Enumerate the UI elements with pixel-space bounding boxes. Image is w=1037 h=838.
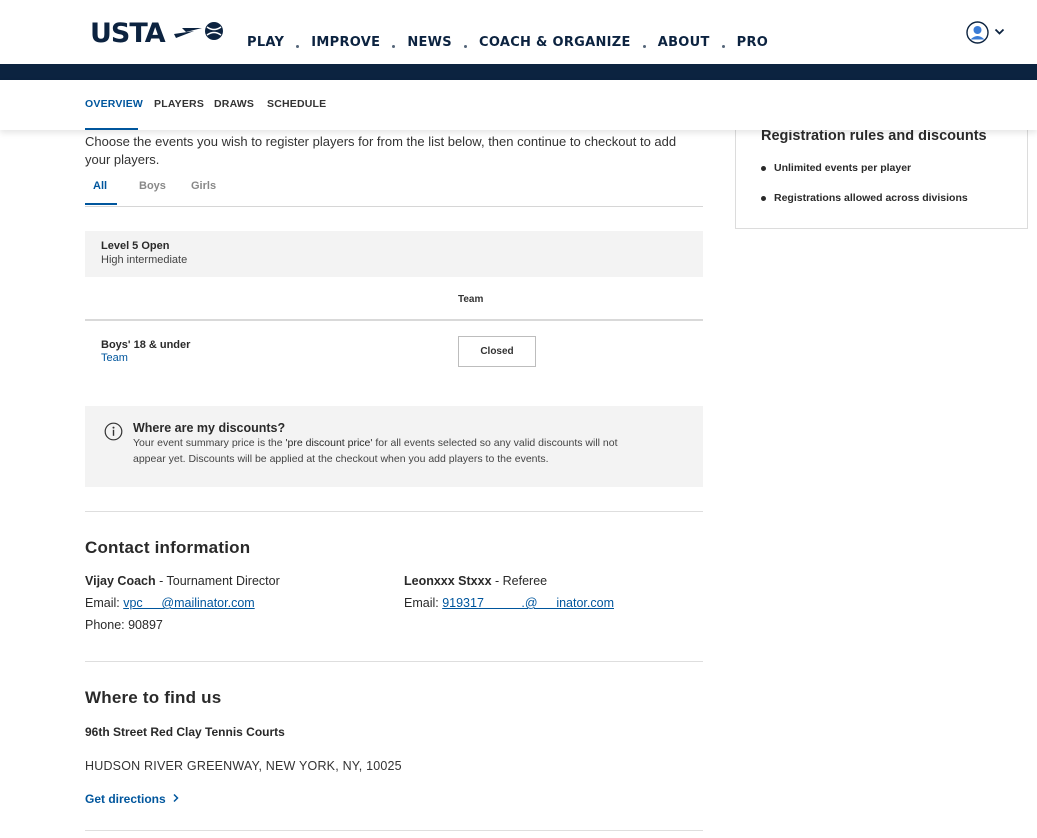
get-directions-link[interactable]: Get directions xyxy=(85,792,180,806)
subnav-overview[interactable]: OVERVIEW xyxy=(85,98,143,110)
rule-item: Registrations allowed across divisions xyxy=(774,192,968,204)
nav-news[interactable]: NEWS xyxy=(407,35,452,50)
email-label: Email: xyxy=(85,596,124,610)
nav-coach-organize[interactable]: COACH & ORGANIZE xyxy=(479,35,631,50)
usta-logo[interactable]: USTA xyxy=(90,18,230,49)
tab-boys[interactable]: Boys xyxy=(139,180,166,192)
chevron-right-icon xyxy=(173,793,179,803)
nav-improve[interactable]: IMPROVE xyxy=(311,35,380,50)
discount-body-prefix: Your event summary price is the xyxy=(133,437,286,449)
nav-separator xyxy=(392,45,396,48)
nav-separator xyxy=(463,45,467,48)
event-name: Boys' 18 & under xyxy=(101,339,191,351)
contact-phone: 90897 xyxy=(128,618,176,632)
closed-button[interactable]: Closed xyxy=(458,336,536,367)
discount-body: Your event summary price is the 'pre dis… xyxy=(133,435,653,467)
info-icon xyxy=(104,422,123,441)
event-type: Team xyxy=(101,352,128,364)
subnav-draws[interactable]: DRAWS xyxy=(214,98,254,110)
nav-about[interactable]: ABOUT xyxy=(658,35,710,50)
column-header-team: Team xyxy=(458,294,484,305)
level-name: Level 5 Open xyxy=(101,240,170,252)
contact-email-link[interactable]: 919317 .@ inator.com xyxy=(442,596,614,610)
directions-label: Get directions xyxy=(85,792,166,806)
contact-card-director: Vijay Coach - Tournament Director Email:… xyxy=(85,570,280,636)
chevron-down-icon xyxy=(994,28,1005,35)
venue-name: 96th Street Red Clay Tennis Courts xyxy=(85,725,285,739)
contact-name: Vijay Coach xyxy=(85,574,156,588)
tournament-subnav: OVERVIEW PLAYERS DRAWS SCHEDULE xyxy=(0,80,1037,130)
location-title: Where to find us xyxy=(85,688,222,707)
nav-pro[interactable]: PRO xyxy=(737,35,769,50)
discount-body-emphasis: 'pre discount price' xyxy=(285,437,373,449)
table-header-divider xyxy=(85,319,703,321)
user-avatar-icon xyxy=(966,21,989,44)
venue-address: HUDSON RIVER GREENWAY, NEW YORK, NY, 100… xyxy=(85,759,402,773)
discount-notice: Where are my discounts? Your event summa… xyxy=(85,406,703,487)
logo-ball-icon xyxy=(174,22,223,40)
registration-intro: Choose the events you wish to register p… xyxy=(85,134,677,167)
gender-tabs: All Boys Girls xyxy=(85,168,703,207)
nav-separator xyxy=(296,45,300,48)
nav-separator xyxy=(642,45,646,48)
tab-girls[interactable]: Girls xyxy=(191,180,216,192)
level-header: Level 5 Open High intermediate xyxy=(85,231,703,277)
subnav-schedule[interactable]: SCHEDULE xyxy=(267,98,326,110)
bullet-dot xyxy=(761,166,766,171)
subnav-players[interactable]: PLAYERS xyxy=(154,98,204,110)
rule-item: Unlimited events per player xyxy=(774,162,912,174)
tab-active-indicator xyxy=(85,203,117,205)
phone-label: Phone: xyxy=(85,618,129,632)
contact-role: - Tournament Director xyxy=(155,574,280,588)
contact-email-link[interactable]: vpc @mailinator.com xyxy=(123,596,254,610)
contact-card-referee: Leonxxx Stxxx - Referee Email: 919317 .@… xyxy=(404,570,614,614)
level-description: High intermediate xyxy=(101,254,188,266)
section-divider xyxy=(85,511,703,512)
nav-play[interactable]: PLAY xyxy=(247,35,284,50)
user-menu-button[interactable] xyxy=(966,21,1005,44)
subnav-active-indicator xyxy=(85,128,138,130)
section-divider xyxy=(85,830,703,831)
contact-name: Leonxxx Stxxx xyxy=(404,574,492,588)
nav-separator xyxy=(721,45,725,48)
site-header: USTA PLAY IMPROVE NEWS COACH & ORGANIZE … xyxy=(0,0,1037,64)
contact-title: Contact information xyxy=(85,538,251,557)
discount-title: Where are my discounts? xyxy=(133,421,286,435)
section-divider xyxy=(85,661,703,662)
tab-all[interactable]: All xyxy=(93,180,107,192)
header-navy-bar xyxy=(0,64,1037,80)
logo-text: USTA xyxy=(90,18,166,49)
email-label: Email: xyxy=(404,596,443,610)
bullet-dot xyxy=(761,196,766,201)
contact-role: - Referee xyxy=(491,574,548,588)
main-nav: PLAY IMPROVE NEWS COACH & ORGANIZE ABOUT… xyxy=(247,35,768,50)
rules-title: Registration rules and discounts xyxy=(761,128,987,144)
